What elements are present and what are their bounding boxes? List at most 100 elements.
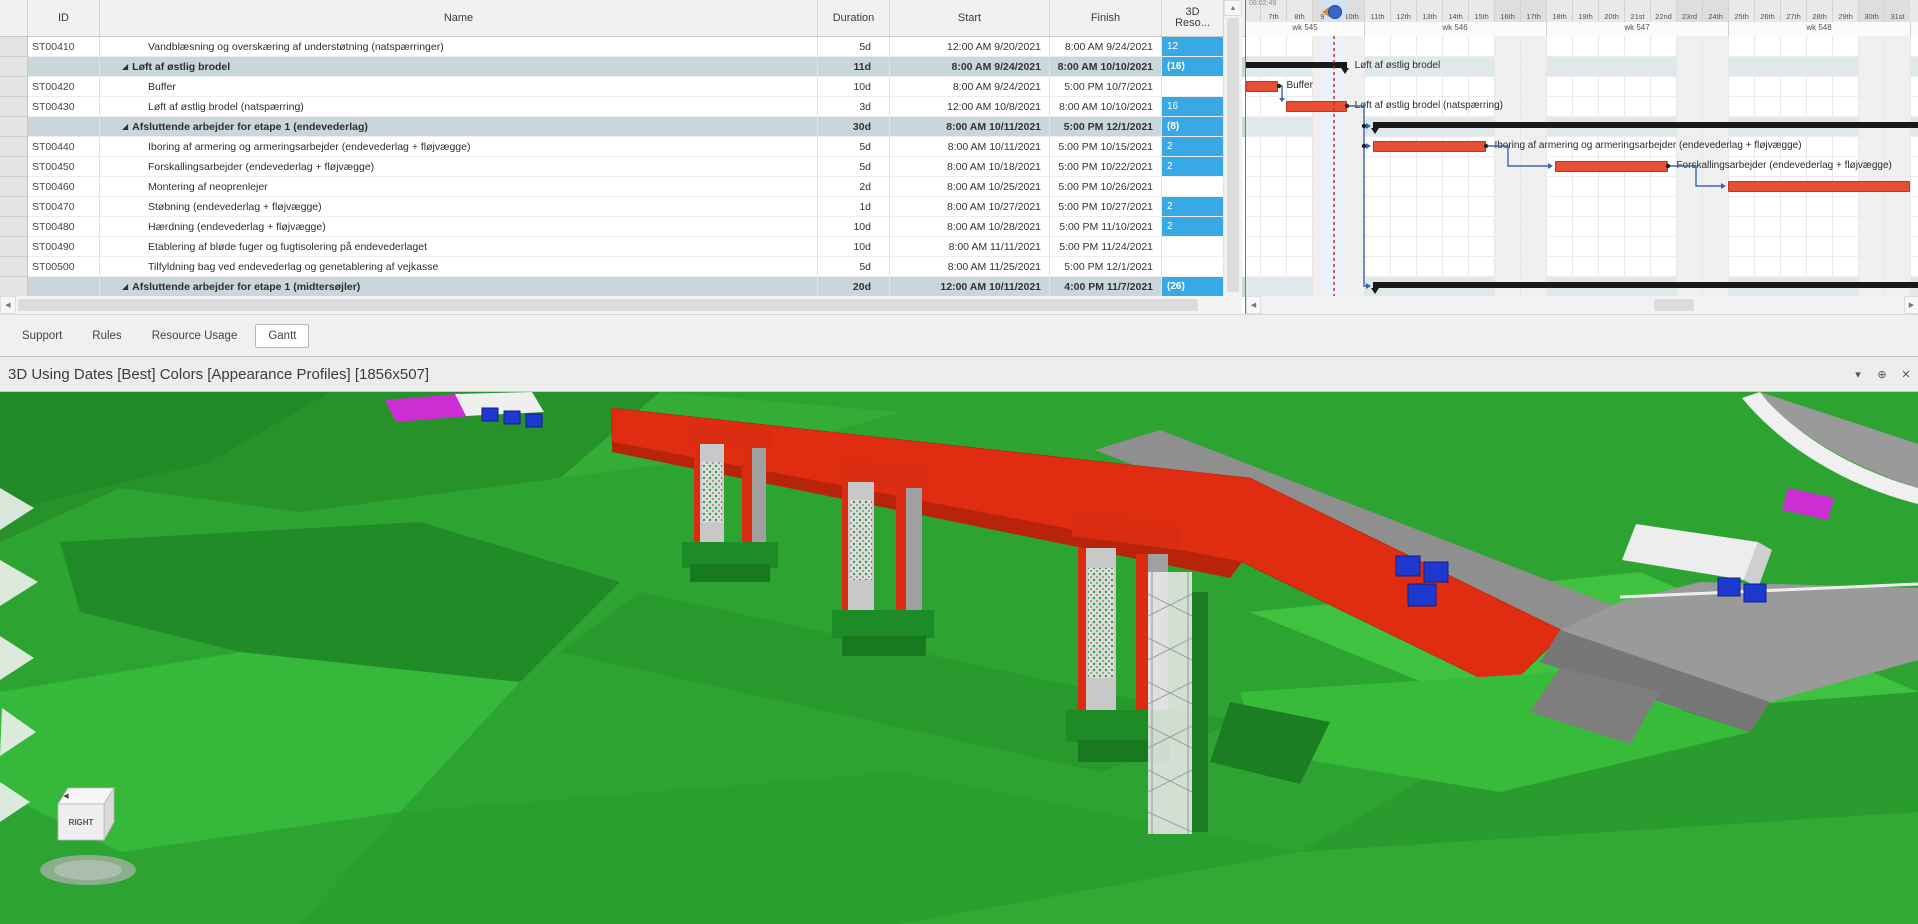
column-header-name[interactable]: Name (100, 0, 818, 36)
tab-resource-usage[interactable]: Resource Usage (140, 325, 250, 347)
gantt-day-ruler[interactable]: 7th8th9th10th11th12th13th14th15th16th17t… (1246, 0, 1918, 22)
column-header-start[interactable]: Start (890, 0, 1050, 36)
row-header-cell[interactable] (0, 177, 28, 197)
row-header-cell[interactable] (0, 137, 28, 157)
cell-id: ST00450 (28, 157, 100, 177)
cell-id (28, 277, 100, 297)
cell-start: 8:00 AM 9/24/2021 (890, 57, 1050, 77)
column-header-finish[interactable]: Finish (1050, 0, 1162, 36)
table-v-scroll-thumb[interactable] (1227, 18, 1239, 292)
week-divider (1910, 22, 1911, 36)
week-label: wk 548 (1806, 23, 1831, 32)
day-tick: 19th (1572, 0, 1598, 22)
cell-start: 8:00 AM 10/11/2021 (890, 117, 1050, 137)
row-header-cell[interactable] (0, 157, 28, 177)
cell-name: Buffer (100, 77, 818, 97)
nav-cube-arrow-icon[interactable]: ◀ (63, 793, 69, 800)
cell-3d-resources: 2 (1162, 137, 1224, 157)
table-row[interactable]: ◢Afsluttende arbejder for etape 1 (endev… (0, 117, 1245, 137)
table-row[interactable]: ST00440Iboring af armering og armeringsa… (0, 137, 1245, 157)
day-tick: 11th (1364, 0, 1390, 22)
group-expand-icon[interactable]: ◢ (122, 282, 128, 291)
group-expand-icon[interactable]: ◢ (122, 62, 128, 71)
row-header-cell[interactable] (0, 97, 28, 117)
table-h-scroll-thumb[interactable] (18, 299, 1198, 311)
table-row[interactable]: ◢Løft af østlig brodel11d8:00 AM 9/24/20… (0, 57, 1245, 77)
close-icon[interactable]: ✕ (1894, 368, 1918, 381)
3d-viewport[interactable]: RIGHT ◀ (0, 392, 1918, 924)
column-header-duration[interactable]: Duration (818, 0, 890, 36)
cell-3d-resources (1162, 237, 1224, 257)
gantt-h-scroll-thumb[interactable] (1654, 299, 1694, 311)
column-header-rowhdr[interactable] (0, 0, 28, 36)
tab-support[interactable]: Support (10, 325, 74, 347)
cell-finish: 8:00 AM 10/10/2021 (1050, 97, 1162, 117)
tab-rules[interactable]: Rules (80, 325, 133, 347)
pin-icon[interactable]: ⊕ (1870, 368, 1894, 381)
table-row[interactable]: ST00460Montering af neoprenlejer2d8:00 A… (0, 177, 1245, 197)
table-row[interactable]: ST00430Løft af østlig brodel (natspærrin… (0, 97, 1245, 117)
gantt-week-ruler[interactable]: wk 545wk 546wk 547wk 548 (1246, 22, 1918, 37)
chevron-down-icon[interactable]: ▾ (1846, 368, 1870, 381)
table-row[interactable]: ST00500Tilfyldning bag ved endevederlag … (0, 257, 1245, 277)
cell-name: ◢Løft af østlig brodel (100, 57, 818, 77)
cell-name: Iboring af armering og armeringsarbejder… (100, 137, 818, 157)
cell-duration: 10d (818, 77, 890, 97)
cell-duration: 10d (818, 237, 890, 257)
gantt-bar-area[interactable]: Løft af østlig brodelBufferLøft af østli… (1246, 36, 1918, 296)
scroll-left-icon[interactable]: ◀ (1246, 296, 1261, 314)
playhead-handle[interactable] (1328, 5, 1342, 19)
table-v-scrollbar[interactable]: ▲ (1224, 0, 1242, 314)
table-row[interactable]: ST00420Buffer10d8:00 AM 9/24/20215:00 PM… (0, 77, 1245, 97)
cell-name: Forskallingsarbejder (endevederlag + flø… (100, 157, 818, 177)
table-row[interactable]: ST00490Etablering af bløde fuger og fugt… (0, 237, 1245, 257)
day-tick: 17th (1520, 0, 1546, 22)
day-tick: 8th (1286, 0, 1312, 22)
row-header-cell[interactable] (0, 277, 28, 297)
cell-duration: 30d (818, 117, 890, 137)
table-h-scrollbar[interactable]: ◀ (0, 296, 1224, 314)
day-tick: 15th (1468, 0, 1494, 22)
row-header-cell[interactable] (0, 117, 28, 137)
cell-3d-resources: (26) (1162, 277, 1224, 297)
table-row[interactable]: ST00450Forskallingsarbejder (endevederla… (0, 157, 1245, 177)
task-grid: IDNameDurationStartFinish3DReso...ST0041… (0, 0, 1245, 297)
cell-duration: 1d (818, 197, 890, 217)
row-header-cell[interactable] (0, 77, 28, 97)
table-row[interactable]: ◢Afsluttende arbejder for etape 1 (midte… (0, 277, 1245, 297)
gantt-chart[interactable]: 08:02:49 7th8th9th10th11th12th13th14th15… (1245, 0, 1918, 314)
scroll-up-icon[interactable]: ▲ (1224, 0, 1242, 16)
column-header-id[interactable]: ID (28, 0, 100, 36)
scroll-right-icon[interactable]: ▶ (1904, 296, 1918, 314)
week-divider (1364, 22, 1365, 36)
gantt-h-scrollbar[interactable]: ◀ ▶ (1246, 296, 1918, 314)
row-header-cell[interactable] (0, 257, 28, 277)
view-tabs: Support Rules Resource UsageGantt (0, 314, 1918, 356)
table-row[interactable]: ST00480Hærdning (endevederlag + fløjvægg… (0, 217, 1245, 237)
day-tick: 13th (1416, 0, 1442, 22)
cell-start: 8:00 AM 10/28/2021 (890, 217, 1050, 237)
scroll-left-icon[interactable]: ◀ (0, 296, 16, 314)
row-header-cell[interactable] (0, 237, 28, 257)
day-tick: 12th (1390, 0, 1416, 22)
group-expand-icon[interactable]: ◢ (122, 122, 128, 131)
table-header-row: IDNameDurationStartFinish3DReso... (0, 0, 1245, 37)
3d-window-titlebar: 3D Using Dates [Best] Colors [Appearance… (0, 356, 1918, 392)
week-label: wk 546 (1442, 23, 1467, 32)
table-row[interactable]: ST00410Vandblæsning og overskæring af un… (0, 37, 1245, 57)
tab-gantt[interactable]: Gantt (255, 324, 309, 348)
row-header-cell[interactable] (0, 37, 28, 57)
column-header-reso[interactable]: 3DReso... (1162, 0, 1224, 36)
week-label: wk 545 (1292, 23, 1317, 32)
table-row[interactable]: ST00470Støbning (endevederlag + fløjvægg… (0, 197, 1245, 217)
row-header-cell[interactable] (0, 197, 28, 217)
cell-name: Etablering af bløde fuger og fugtisoleri… (100, 237, 818, 257)
cell-name: ◢Afsluttende arbejder for etape 1 (midte… (100, 277, 818, 297)
row-header-cell[interactable] (0, 57, 28, 77)
cell-finish: 5:00 PM 10/22/2021 (1050, 157, 1162, 177)
cell-duration: 5d (818, 137, 890, 157)
cell-finish: 5:00 PM 11/24/2021 (1050, 237, 1162, 257)
row-header-cell[interactable] (0, 217, 28, 237)
cell-start: 8:00 AM 10/11/2021 (890, 137, 1050, 157)
cell-name: Montering af neoprenlejer (100, 177, 818, 197)
